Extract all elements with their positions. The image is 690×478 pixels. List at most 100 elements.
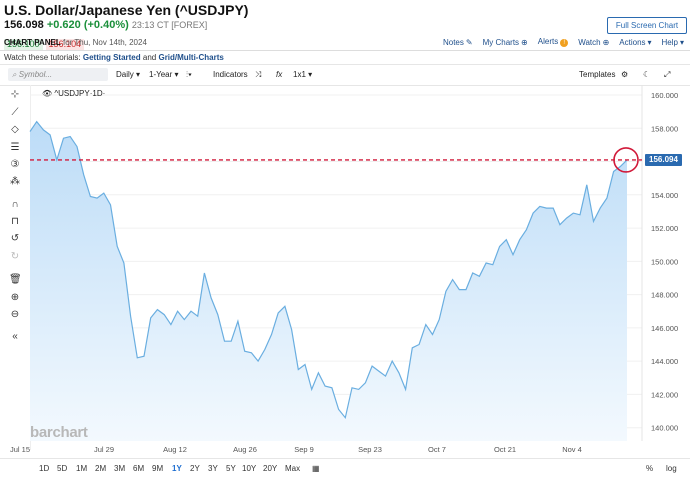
top-links: Notes ✎ My Charts ⊕ Alerts! Watch ⊕ Actions… <box>443 37 684 47</box>
range-button-6m[interactable]: 6M <box>133 464 144 473</box>
x-tick-label: Aug 12 <box>163 445 187 454</box>
last-price-line <box>30 147 642 173</box>
alert-badge-icon: ! <box>560 39 569 47</box>
search-icon: ⌕ <box>12 70 19 79</box>
y-tick-label: 144.000 <box>651 357 678 366</box>
alerts-link[interactable]: Alerts! <box>537 37 569 47</box>
plus-circle-icon: ⊕ <box>521 37 528 47</box>
y-tick-label: 160.000 <box>651 91 678 100</box>
alerts-label: Alerts <box>537 37 559 46</box>
interval-label: Daily <box>116 70 134 79</box>
actions-label: Actions <box>619 37 646 47</box>
x-tick-label: Oct 7 <box>428 445 446 454</box>
x-tick-label: Jul 15 <box>10 445 30 454</box>
y-tick-label: 146.000 <box>651 324 678 333</box>
notes-link[interactable]: Notes ✎ <box>443 38 473 47</box>
price-line: 156.098 +0.620 (+0.40%) 23:13 CT [FOREX] <box>4 19 248 32</box>
range-button-5d[interactable]: 5D <box>57 464 67 473</box>
tutorial-prefix: Watch these tutorials: <box>4 53 81 62</box>
range-button-10y[interactable]: 10Y <box>242 464 256 473</box>
y-tick-label: 154.000 <box>651 191 678 200</box>
layout-label: 1x1 <box>293 70 306 79</box>
plus-circle-icon: ⊕ <box>602 37 610 47</box>
interval-select[interactable]: Daily ▾ <box>116 70 140 79</box>
compare-icon[interactable]: ⤨ <box>255 70 261 80</box>
range-button-1m[interactable]: 1M <box>76 464 87 473</box>
chevron-down-icon: ▾ <box>679 37 684 47</box>
x-tick-label: Oct 21 <box>494 445 516 454</box>
panel-title: CHART PANEL <box>4 38 61 47</box>
watch-link[interactable]: Watch ⊕ <box>578 38 609 47</box>
expand-icon[interactable]: ⤢ <box>664 70 670 80</box>
y-tick-label: 150.000 <box>651 257 678 266</box>
range-button-9m[interactable]: 9M <box>152 464 163 473</box>
help-menu[interactable]: Help ▾ <box>662 38 684 47</box>
range-label: 1-Year <box>149 70 173 79</box>
y-tick-label: 152.000 <box>651 224 678 233</box>
chevron-down-icon: ▾ <box>647 37 652 47</box>
my-charts-label: My Charts <box>482 37 520 47</box>
last-price-tag: 156.094 <box>645 153 682 166</box>
x-tick-label: Aug 26 <box>233 445 257 454</box>
divider <box>0 50 690 51</box>
eye-icon[interactable]: 👁 <box>42 89 52 98</box>
range-button-1d[interactable]: 1D <box>39 464 49 473</box>
range-button-5y[interactable]: 5Y <box>226 464 236 473</box>
range-button-2y[interactable]: 2Y <box>190 464 200 473</box>
range-select[interactable]: 1-Year ▾ <box>149 70 179 79</box>
watch-label: Watch <box>578 37 601 47</box>
range-button-2m[interactable]: 2M <box>95 464 106 473</box>
calendar-icon[interactable]: ▦ <box>312 464 320 473</box>
log-toggle[interactable]: log <box>666 464 677 473</box>
percent-toggle[interactable]: % <box>646 464 653 473</box>
notes-label: Notes <box>442 37 464 47</box>
y-tick-label: 142.000 <box>651 390 678 399</box>
quote-time: 23:13 CT [FOREX] <box>131 20 208 30</box>
legend-symbol: ^USDJPY·1D· <box>54 89 106 98</box>
price-area-fill <box>30 121 627 441</box>
fx-button[interactable]: fx <box>276 70 282 79</box>
chart-legend: 👁 ^USDJPY·1D· <box>42 89 105 98</box>
panel-date: for Thu, Nov 14th, 2024 <box>62 38 147 47</box>
range-button-3y[interactable]: 3Y <box>208 464 218 473</box>
y-tick-label: 148.000 <box>651 291 678 300</box>
price-axis: 140.000 142.000 144.000 146.000 148.000 150.0… <box>651 91 678 433</box>
theme-toggle-icon[interactable]: ☾ <box>643 70 650 79</box>
indicators-button[interactable]: Indicators <box>213 70 248 79</box>
range-bar: ▦ % log 1D 5D 1M 2M 3M 6M 9M 1Y 2Y 3Y 5Y 10Y 20Y Max <box>0 458 690 478</box>
layout-select[interactable]: 1x1 ▾ <box>293 70 312 79</box>
x-tick-label: Sep 9 <box>294 445 314 454</box>
range-button-max[interactable]: Max <box>285 464 300 473</box>
my-charts-link[interactable]: My Charts ⊕ <box>483 38 528 47</box>
y-tick-label: 158.000 <box>651 124 678 133</box>
range-button-20y[interactable]: 20Y <box>263 464 277 473</box>
date-axis: Jul 15 Jul 29 Aug 12 Aug 26 Sep 9 Sep 23 Oct 7… <box>10 445 582 454</box>
chevron-down-icon: ▾ <box>308 70 313 79</box>
gear-icon[interactable]: ⚙ <box>621 70 628 79</box>
getting-started-link[interactable]: Getting Started <box>83 53 141 62</box>
price-change: +0.620 (+0.40%) <box>46 19 129 31</box>
range-button-1y[interactable]: 1Y <box>172 464 182 473</box>
templates-button[interactable]: Templates <box>579 70 615 79</box>
actions-menu[interactable]: Actions ▾ <box>619 38 651 47</box>
x-tick-label: Jul 29 <box>94 445 114 454</box>
full-screen-chart-button[interactable]: Full Screen Chart <box>607 17 687 34</box>
chart-toolbar: ⌕ Symbol... Daily ▾ 1-Year ▾ ⫶▾ Indicato… <box>0 64 690 86</box>
tutorial-and: and <box>142 53 157 62</box>
chart-panel-label: CHART PANEL for Thu, Nov 14th, 2024 <box>4 38 147 47</box>
symbol-search-input[interactable]: ⌕ Symbol... <box>8 68 108 81</box>
tutorial-bar: Watch these tutorials: Getting Started a… <box>4 53 224 62</box>
barchart-logo: barchart <box>30 424 88 441</box>
x-tick-label: Nov 4 <box>562 445 582 454</box>
chevron-down-icon: ▾ <box>136 70 141 79</box>
chart-type-icon[interactable]: ⫶▾ <box>186 70 192 80</box>
range-button-3m[interactable]: 3M <box>114 464 125 473</box>
y-tick-label: 140.000 <box>651 424 678 433</box>
symbol-placeholder: Symbol... <box>18 70 53 79</box>
price-chart[interactable]: 140.000 142.000 144.000 146.000 148.000 150.0… <box>0 85 690 458</box>
chevron-down-icon: ▾ <box>174 70 179 79</box>
price-area <box>29 120 628 441</box>
grid-multi-charts-link[interactable]: Grid/Multi-Charts <box>158 53 223 62</box>
help-label: Help <box>661 37 678 47</box>
x-tick-label: Sep 23 <box>358 445 382 454</box>
